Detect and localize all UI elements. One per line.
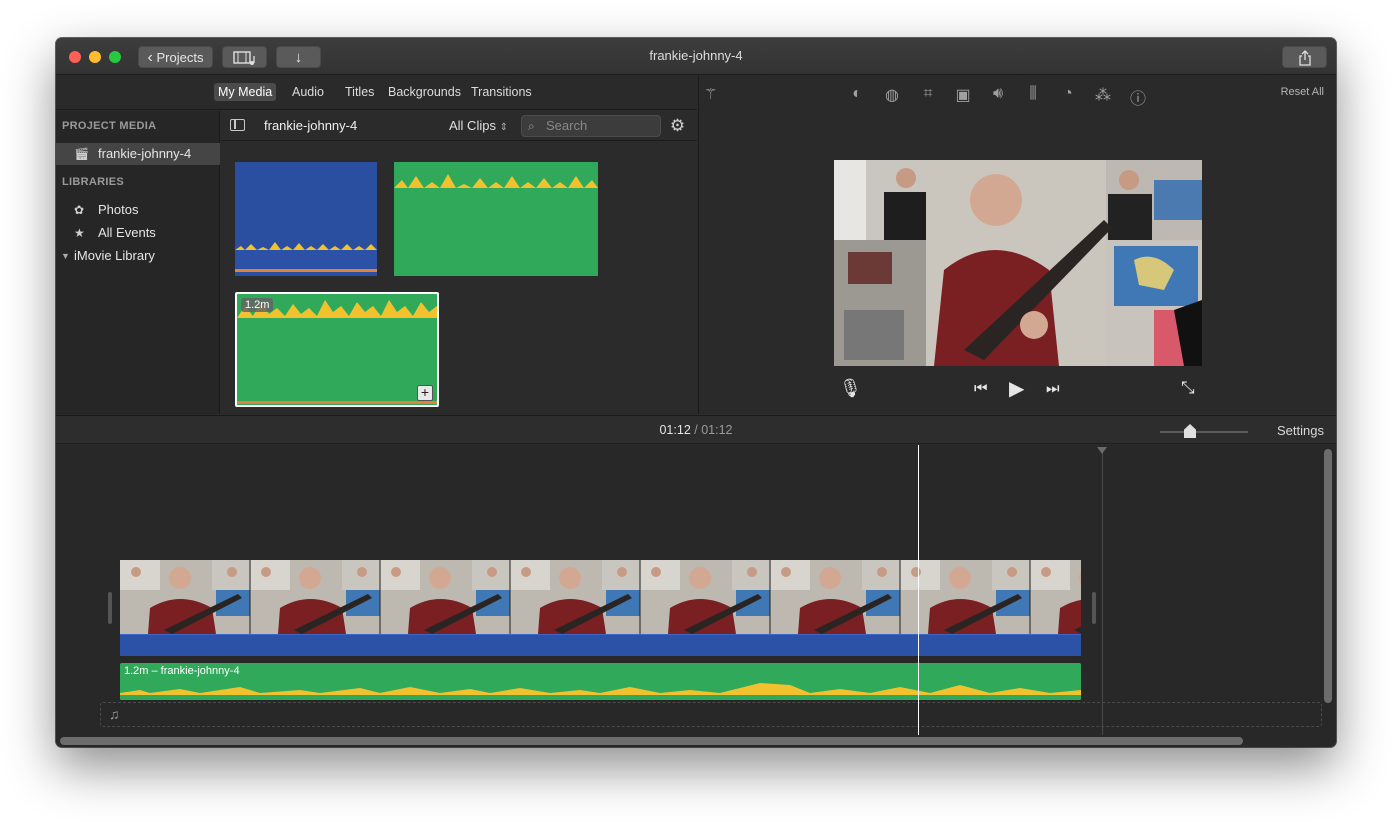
media-clip-thumbnail[interactable] — [235, 162, 377, 276]
sidebar-item-label: frankie-johnny-4 — [98, 146, 192, 161]
media-browser-grid: 1.2m + — [221, 142, 697, 414]
reset-all-button[interactable]: Reset All — [1281, 86, 1324, 98]
sidebar-item-project[interactable]: 🎬︎ frankie-johnny-4 — [56, 143, 220, 165]
horizontal-scrollbar[interactable] — [60, 737, 1243, 745]
info-icon[interactable]: ⓘ — [1127, 85, 1149, 109]
magic-wand-icon[interactable]: ⚚ — [704, 85, 717, 103]
share-button[interactable] — [1282, 46, 1327, 68]
media-browser-title: frankie-johnny-4 — [264, 118, 358, 133]
star-box-icon: ★ — [74, 226, 85, 240]
tab-my-media[interactable]: My Media — [214, 83, 277, 101]
skip-back-icon[interactable]: ⏮︎ — [974, 380, 988, 397]
viewer-panel: ⚚ ◐ ◍ ⌗ ▣ 🔊︎ ⫼ ◔ ⁂ ⓘ Reset All 🎙︎ ⏮︎ ▶ ⏭… — [698, 76, 1336, 414]
libraries-heading: LIBRARIES — [62, 176, 124, 188]
search-input[interactable]: ⌕ Search — [521, 115, 661, 137]
microphone-icon[interactable]: 🎙︎ — [839, 378, 862, 399]
color-correction-icon[interactable]: ◍ — [881, 85, 903, 105]
title-bar: ‹ Projects ↓ frankie-johnny-4 — [56, 38, 1336, 75]
total-time: 01:12 — [701, 423, 733, 437]
equalizer-icon[interactable]: ⫼ — [1022, 85, 1044, 103]
search-icon: ⌕ — [528, 119, 535, 133]
video-clip-filmstrip[interactable] — [120, 560, 1081, 634]
window-title: frankie-johnny-4 — [649, 48, 743, 63]
search-placeholder: Search — [546, 118, 588, 133]
clapper-icon: 🎬︎ — [74, 147, 90, 161]
clip-duration-badge: 1.2m — [241, 298, 274, 312]
share-icon — [1298, 50, 1311, 66]
browser-tab-bar: My Media Audio Titles Backgrounds Transi… — [56, 76, 697, 110]
playhead[interactable] — [918, 445, 919, 735]
imovie-window: ‹ Projects ↓ frankie-johnny-4 My Media A… — [56, 38, 1336, 747]
play-icon[interactable]: ▶ — [1009, 376, 1024, 401]
stabilization-icon[interactable]: ▣ — [952, 85, 974, 105]
libraries-sidebar: PROJECT MEDIA 🎬︎ frankie-johnny-4 LIBRAR… — [56, 111, 220, 414]
gear-icon[interactable]: ⚙ — [668, 116, 687, 135]
project-end-marker — [1097, 447, 1107, 454]
zoom-slider-track[interactable] — [1160, 431, 1248, 433]
sidebar-item-label: iMovie Library — [74, 248, 155, 263]
clip-filter-label: All Clips — [449, 118, 496, 133]
updown-chevron-icon: ⇕ — [499, 122, 508, 133]
current-time: 01:12 — [659, 423, 691, 437]
media-clip-thumbnail[interactable] — [394, 162, 598, 276]
media-clip-selected[interactable]: 1.2m + — [235, 292, 439, 407]
tab-audio[interactable]: Audio — [292, 85, 324, 99]
timecode-display: 01:12 / 01:12 — [56, 423, 1336, 437]
sidebar-toggle-icon[interactable] — [230, 119, 245, 131]
background-music-well[interactable]: ♫ — [100, 702, 1322, 727]
clip-filter-select[interactable]: All Clips ⇕ — [449, 118, 508, 133]
music-note-icon: ♫ — [109, 706, 120, 722]
project-media-heading: PROJECT MEDIA — [62, 120, 157, 132]
sidebar-item-label: Photos — [98, 202, 139, 217]
add-to-project-button[interactable]: + — [417, 385, 433, 401]
fullscreen-icon[interactable]: ⤡ — [1181, 378, 1195, 398]
clip-audio-track[interactable] — [120, 634, 1081, 656]
sidebar-item-all-events[interactable]: ★ All Events — [56, 222, 220, 244]
sidebar-item-imovie-library[interactable]: ▼ iMovie Library — [56, 245, 220, 267]
tab-transitions[interactable]: Transitions — [471, 85, 532, 99]
volume-icon[interactable]: 🔊︎ — [987, 85, 1009, 103]
tab-titles[interactable]: Titles — [345, 85, 374, 99]
time-separator: / — [694, 423, 698, 437]
crop-icon[interactable]: ⌗ — [917, 85, 939, 103]
vertical-scrollbar[interactable] — [1324, 449, 1332, 703]
filter-icon[interactable]: ⁂ — [1092, 85, 1114, 105]
timeline-settings-button[interactable]: Settings — [1277, 423, 1324, 438]
project-end-line — [1102, 449, 1103, 735]
audio-clip[interactable]: 1.2m – frankie-johnny-4 — [120, 663, 1081, 700]
speed-icon[interactable]: ◔ — [1057, 85, 1079, 103]
trim-handle-right[interactable] — [1092, 592, 1096, 624]
tab-backgrounds[interactable]: Backgrounds — [388, 85, 461, 99]
disclosure-triangle-icon[interactable]: ▼ — [61, 245, 70, 267]
skip-forward-icon[interactable]: ⏭︎ — [1046, 380, 1060, 397]
audio-clip-label: 1.2m – frankie-johnny-4 — [124, 665, 240, 677]
color-balance-icon[interactable]: ◐ — [846, 85, 868, 103]
media-browser-header: frankie-johnny-4 All Clips ⇕ ⌕ Search ⚙ — [221, 111, 697, 141]
sidebar-item-label: All Events — [98, 225, 156, 240]
photos-icon: ✿ — [74, 203, 85, 217]
trim-handle-left[interactable] — [108, 592, 112, 624]
video-preview[interactable] — [834, 160, 1202, 366]
timeline-header: 01:12 / 01:12 Settings — [56, 415, 1336, 444]
timeline[interactable]: 1.2m – frankie-johnny-4 ♫ — [56, 445, 1336, 747]
sidebar-item-photos[interactable]: ✿ Photos — [56, 199, 220, 221]
